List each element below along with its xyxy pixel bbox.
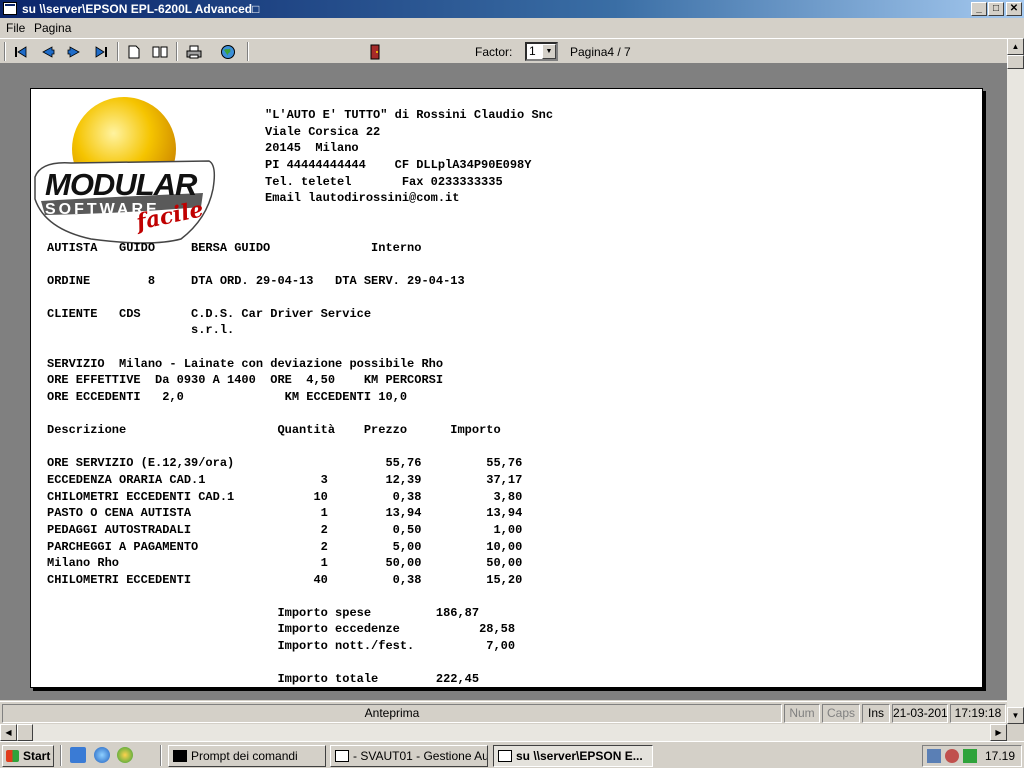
table-row: PASTO O CENA AUTISTA 1 13,94 13,94 xyxy=(47,506,523,520)
hours-line: ORE EFFETTIVE Da 0930 A 1400 ORE 4,50 KM… xyxy=(47,373,444,387)
company-address: Viale Corsica 22 xyxy=(265,125,381,139)
first-page-icon[interactable] xyxy=(10,41,32,62)
table-row: PEDAGGI AUTOSTRADALI 2 0,50 1,00 xyxy=(47,523,523,537)
scroll-left-icon[interactable]: ◀ xyxy=(0,724,17,741)
single-page-icon[interactable] xyxy=(123,41,145,62)
client-line-2: s.r.l. xyxy=(47,323,235,337)
scroll-right-icon[interactable]: ▶ xyxy=(990,724,1007,741)
prev-page-icon[interactable] xyxy=(37,41,59,62)
window-title: su \\server\EPSON EPL-6200L Advanced□ xyxy=(22,2,260,16)
windows-flag-icon xyxy=(6,750,19,762)
company-phone: Tel. teletel Fax 0233333335 xyxy=(265,175,503,189)
task-label: su \\server\EPSON E... xyxy=(516,749,643,763)
factor-value: 1 xyxy=(529,44,536,58)
toolbar-separator xyxy=(117,42,119,61)
toolbar: Factor: 1 ▼ Pagina4 / 7 xyxy=(0,38,1024,64)
total-excess: Importo eccedenze 28,58 xyxy=(47,622,516,636)
print-icon[interactable] xyxy=(183,41,205,62)
scroll-thumb[interactable] xyxy=(1007,55,1024,69)
toolbar-separator xyxy=(176,42,178,61)
scroll-up-icon[interactable]: ▲ xyxy=(1007,38,1024,55)
table-row: ORE SERVIZIO (E.12,39/ora) 55,76 55,76 xyxy=(47,456,523,470)
scroll-down-icon[interactable]: ▼ xyxy=(1007,707,1024,724)
total-night-holiday: Importo nott./fest. 7,00 xyxy=(47,639,516,653)
table-header: Descrizione Quantità Prezzo Importo xyxy=(47,423,501,437)
toolbar-separator xyxy=(247,42,249,61)
vertical-scrollbar[interactable]: ▲ ▼ xyxy=(1007,38,1024,724)
window-icon[interactable] xyxy=(3,2,17,15)
grand-total: Importo totale 222,45 xyxy=(47,672,480,686)
minimize-button[interactable]: _ xyxy=(971,2,987,16)
table-row: ECCEDENZA ORARIA CAD.1 3 12,39 37,17 xyxy=(47,473,523,487)
table-row: CHILOMETRI ECCEDENTI 40 0,38 15,20 xyxy=(47,573,523,587)
two-pages-icon[interactable] xyxy=(149,41,171,62)
company-name: "L'AUTO E' TUTTO" di Rossini Claudio Snc xyxy=(265,108,554,122)
console-icon xyxy=(173,750,187,762)
taskbar-separator xyxy=(160,745,162,766)
horizontal-scrollbar[interactable]: ◀ ▶ xyxy=(0,724,1007,741)
company-city: 20145 Milano xyxy=(265,141,359,155)
status-caps: Caps xyxy=(822,704,860,723)
menu-file[interactable]: File xyxy=(6,21,25,35)
taskbar: Start Prompt dei comandi - SVAUT01 - Ges… xyxy=(0,741,1024,768)
update-icon[interactable] xyxy=(963,749,977,763)
media-player-icon[interactable] xyxy=(117,747,133,763)
system-tray: 17.19 xyxy=(922,745,1022,767)
factor-select[interactable]: 1 ▼ xyxy=(525,42,558,61)
driver-line: AUTISTA GUIDO BERSA GUIDO Interno xyxy=(47,241,422,255)
network-icon[interactable] xyxy=(927,749,941,763)
toolbar-grip xyxy=(4,42,6,61)
table-row: CHILOMETRI ECCEDENTI CAD.1 10 0,38 3,80 xyxy=(47,490,523,504)
preview-area[interactable]: MODULAR SOFTWARE facile "L'AUTO E' TUTTO… xyxy=(0,64,1007,700)
show-desktop-icon[interactable] xyxy=(70,747,86,763)
scroll-thumb[interactable] xyxy=(17,724,33,741)
document-page: MODULAR SOFTWARE facile "L'AUTO E' TUTTO… xyxy=(30,88,983,688)
close-button[interactable]: ✕ xyxy=(1006,2,1022,16)
maximize-button[interactable]: □ xyxy=(988,2,1004,16)
window-icon xyxy=(498,750,512,762)
taskbar-separator xyxy=(60,745,62,766)
task-svaut01[interactable]: - SVAUT01 - Gestione Au... xyxy=(330,745,488,767)
status-ins: Ins xyxy=(862,704,890,723)
start-button[interactable]: Start xyxy=(2,745,54,767)
exit-door-icon[interactable] xyxy=(364,41,386,62)
last-page-icon[interactable] xyxy=(90,41,112,62)
order-line: ORDINE 8 DTA ORD. 29-04-13 DTA SERV. 29-… xyxy=(47,274,465,288)
task-command-prompt[interactable]: Prompt dei comandi xyxy=(168,745,326,767)
table-row: Milano Rho 1 50,00 50,00 xyxy=(47,556,523,570)
status-date: 21-03-2016 xyxy=(892,704,948,723)
status-bar: Anteprima Num Caps Ins 21-03-2016 17:19:… xyxy=(0,701,1007,724)
task-epson-preview[interactable]: su \\server\EPSON E... xyxy=(493,745,653,767)
start-label: Start xyxy=(23,749,51,763)
next-page-icon[interactable] xyxy=(63,41,85,62)
internet-explorer-icon[interactable] xyxy=(94,747,110,763)
task-label: Prompt dei comandi xyxy=(191,749,298,763)
service-line: SERVIZIO Milano - Lainate con deviazione… xyxy=(47,357,444,371)
logo-text-modular: MODULAR xyxy=(45,167,197,202)
status-mode: Anteprima xyxy=(2,704,782,723)
security-icon[interactable] xyxy=(945,749,959,763)
total-expenses: Importo spese 186,87 xyxy=(47,606,480,620)
factor-label: Factor: xyxy=(475,45,513,59)
task-label: - SVAUT01 - Gestione Au... xyxy=(353,749,488,763)
status-time: 17:19:18 xyxy=(950,704,1006,723)
table-row: PARCHEGGI A PAGAMENTO 2 5,00 10,00 xyxy=(47,540,523,554)
title-bar: su \\server\EPSON EPL-6200L Advanced□ _ … xyxy=(0,0,1024,18)
tray-clock: 17.19 xyxy=(984,749,1015,763)
status-num: Num xyxy=(784,704,820,723)
excess-line: ORE ECCEDENTI 2,0 KM ECCEDENTI 10,0 xyxy=(47,390,408,404)
page-indicator: Pagina4 / 7 xyxy=(570,45,631,59)
chevron-down-icon[interactable]: ▼ xyxy=(542,44,556,59)
company-vat: PI 44444444444 CF DLLplA34P90E098Y xyxy=(265,158,532,172)
company-logo: MODULAR SOFTWARE facile xyxy=(31,89,216,247)
menu-bar: File Pagina xyxy=(0,18,1024,38)
globe-icon[interactable] xyxy=(217,41,239,62)
client-line: CLIENTE CDS C.D.S. Car Driver Service xyxy=(47,307,372,321)
menu-pagina[interactable]: Pagina xyxy=(34,21,71,35)
company-email: Email lautodirossini@com.it xyxy=(265,191,460,205)
window-icon xyxy=(335,750,349,762)
